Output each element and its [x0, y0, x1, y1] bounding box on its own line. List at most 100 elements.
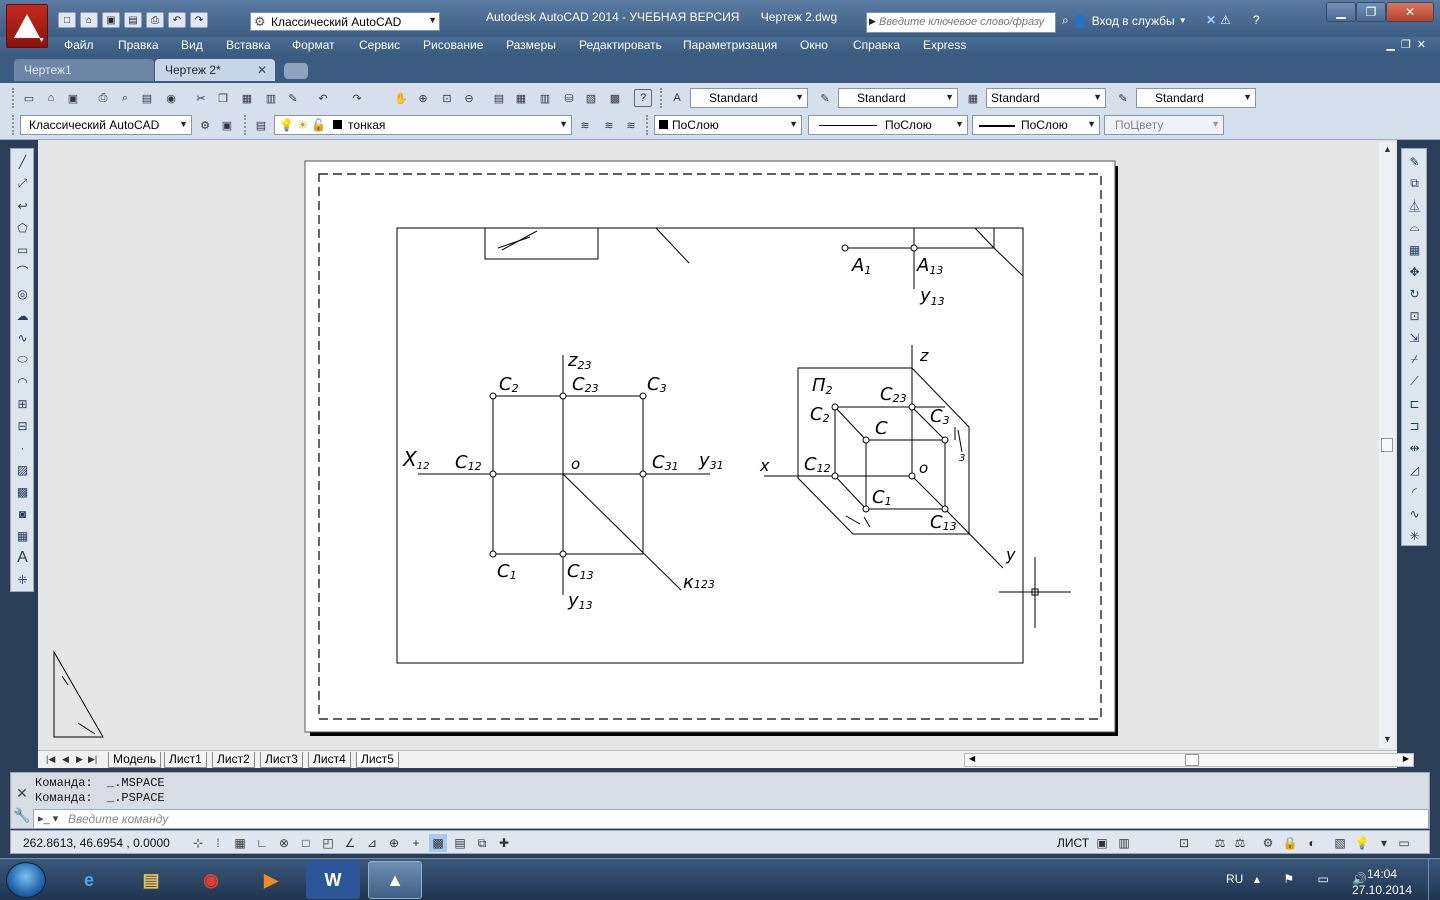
scroll-down-icon[interactable]: ▼ [1383, 734, 1392, 744]
mleader-style-icon[interactable]: ✎ [1114, 89, 1132, 107]
text-style-icon[interactable]: A [668, 89, 686, 107]
word-icon[interactable]: W [306, 861, 360, 899]
application-menu-button[interactable]: ▼ [6, 4, 48, 48]
scroll-up-icon[interactable]: ▲ [1383, 144, 1392, 154]
menu-file[interactable]: Файл [64, 38, 94, 52]
make-block-icon[interactable]: ⊟ [14, 417, 31, 434]
wrench-icon[interactable]: 🔧 [13, 807, 31, 824]
3d-dwf-icon[interactable]: ◉ [162, 89, 180, 107]
clean-screen-toggle-icon[interactable]: ▭ [1395, 834, 1413, 852]
calculator-icon[interactable]: ▩ [606, 89, 624, 107]
join-icon[interactable]: ⇹ [1406, 439, 1423, 456]
language-indicator[interactable]: RU [1226, 872, 1243, 886]
match-properties-icon[interactable]: ▥ [262, 89, 280, 107]
menu-draw[interactable]: Рисование [423, 38, 483, 52]
menu-tools[interactable]: Сервис [359, 38, 400, 52]
selection-cycling-icon[interactable]: ⧉ [473, 834, 491, 852]
layout-tab[interactable]: Лист4 [308, 752, 351, 768]
dim-style-icon[interactable]: ✎ [816, 89, 834, 107]
clock[interactable]: 14:04 27.10.2014 [1350, 866, 1414, 898]
document-window-controls[interactable]: ▁❐✕ [1386, 38, 1432, 51]
scroll-thumb[interactable] [1185, 754, 1199, 766]
toolbar-grip[interactable] [12, 115, 15, 135]
gradient-icon[interactable]: ▩ [14, 483, 31, 500]
gear-icon[interactable]: ⚙ [196, 116, 214, 134]
new-tab-button[interactable] [284, 63, 308, 79]
close-icon[interactable]: ✕ [257, 63, 267, 77]
status-menu-icon[interactable]: ▾ [1375, 834, 1393, 852]
close-icon[interactable]: ✕ [13, 785, 31, 802]
arc-icon[interactable]: ⌒ [14, 263, 31, 280]
hatch-icon[interactable]: ▨ [14, 461, 31, 478]
vertical-scrollbar[interactable]: ▲ ▼ [1379, 142, 1395, 748]
scroll-right-icon[interactable]: ▶ [1403, 754, 1409, 763]
file-tab[interactable]: Чертеж1 [14, 59, 154, 81]
move-icon[interactable]: ✥ [1406, 263, 1423, 280]
erase-icon[interactable]: ✎ [1406, 153, 1423, 170]
annotation-scale-icon[interactable]: ⚖ [1211, 834, 1229, 852]
ellipse-icon[interactable]: ⬭ [14, 351, 31, 368]
exchange-icon[interactable]: ✕ [1206, 13, 1216, 27]
grid-icon[interactable]: ▦ [231, 834, 249, 852]
menu-insert[interactable]: Вставка [226, 38, 271, 52]
maximize-viewport-icon[interactable]: ⊡ [1175, 834, 1193, 852]
search-input[interactable]: ▶ Введите ключевое слово/фразу [866, 12, 1056, 33]
hardware-acceleration-icon[interactable]: ◐ [1303, 834, 1321, 852]
annotation-visibility-icon[interactable]: ⚖ [1231, 834, 1249, 852]
sheet-set-icon[interactable]: ⛁ [560, 89, 578, 107]
polygon-icon[interactable]: ⬠ [14, 219, 31, 236]
start-button[interactable] [6, 862, 46, 898]
properties-icon[interactable]: ▤ [490, 89, 508, 107]
media-player-icon[interactable]: ▶ [244, 861, 298, 899]
design-center-icon[interactable]: ▦ [512, 89, 530, 107]
spline-icon[interactable]: ∿ [14, 329, 31, 346]
layer-dropdown[interactable]: 💡 ☀ 🔓 тонкая ▼ [274, 115, 572, 135]
dynamic-ucs-icon[interactable]: ⊿ [363, 834, 381, 852]
redo-icon[interactable]: ↷ [190, 12, 208, 28]
pan-icon[interactable]: ✋ [392, 89, 410, 107]
internet-explorer-icon[interactable]: e [62, 861, 116, 899]
annotation-monitor-icon[interactable]: ✚ [495, 834, 513, 852]
copy-icon[interactable]: ❐ [214, 89, 232, 107]
circle-icon[interactable]: ◎ [14, 285, 31, 302]
chamfer-icon[interactable]: ◿ [1406, 461, 1423, 478]
line-icon[interactable]: ╱ [14, 153, 31, 170]
prev-tab-icon[interactable]: ◀ [62, 754, 69, 765]
workspace-settings-icon[interactable]: ▣ [218, 116, 236, 134]
polyline-icon[interactable]: ↩ [14, 197, 31, 214]
toolbar-grip[interactable] [12, 88, 15, 108]
horizontal-scrollbar[interactable]: ◀ ▶ [964, 753, 1414, 767]
drawing-canvas[interactable] [38, 140, 1397, 750]
layout-tab-model[interactable]: Модель [108, 752, 162, 768]
insert-block-icon[interactable]: ⊞ [14, 395, 31, 412]
table-style-icon[interactable]: ▦ [964, 89, 982, 107]
menu-format[interactable]: Формат [292, 38, 335, 52]
menu-view[interactable]: Вид [181, 38, 203, 52]
region-icon[interactable]: ◙ [14, 505, 31, 522]
explode-icon[interactable]: ✳ [1406, 527, 1423, 544]
new-icon[interactable]: □ [58, 12, 76, 28]
layout-tab-active[interactable]: Лист5 [356, 752, 399, 768]
layout-tab[interactable]: Лист3 [260, 752, 303, 768]
cut-icon[interactable]: ✂ [192, 89, 210, 107]
stretch-icon[interactable]: ⇲ [1406, 329, 1423, 346]
3d-object-snap-icon[interactable]: ◰ [319, 834, 337, 852]
workspace-dropdown[interactable]: ⚙ Классический AutoCAD ▼ [250, 12, 440, 31]
revision-cloud-icon[interactable]: ☁ [14, 307, 31, 324]
ellipse-arc-icon[interactable]: ◠ [14, 373, 31, 390]
workspace-switching-icon[interactable]: ⚙ [1259, 834, 1277, 852]
layout-tab[interactable]: Лист1 [164, 752, 207, 768]
layer-states-icon[interactable]: ≋ [622, 116, 640, 134]
isolate-objects-icon[interactable]: ▧ [1331, 834, 1349, 852]
rectangle-icon[interactable]: ▭ [14, 241, 31, 258]
block-editor-icon[interactable]: ✎ [284, 89, 302, 107]
last-tab-icon[interactable]: ▶| [88, 754, 97, 765]
extend-icon[interactable]: ⟋ [1406, 373, 1423, 390]
snap-mode-icon[interactable]: ⁞ [209, 834, 227, 852]
trim-icon[interactable]: ⌿ [1406, 351, 1423, 368]
zoom-previous-icon[interactable]: ⊖ [460, 89, 478, 107]
offset-icon[interactable]: ⌓ [1406, 219, 1423, 236]
blend-curves-icon[interactable]: ∿ [1406, 505, 1423, 522]
toolbar-grip[interactable] [660, 88, 663, 108]
menu-parametric[interactable]: Параметризация [683, 38, 777, 52]
